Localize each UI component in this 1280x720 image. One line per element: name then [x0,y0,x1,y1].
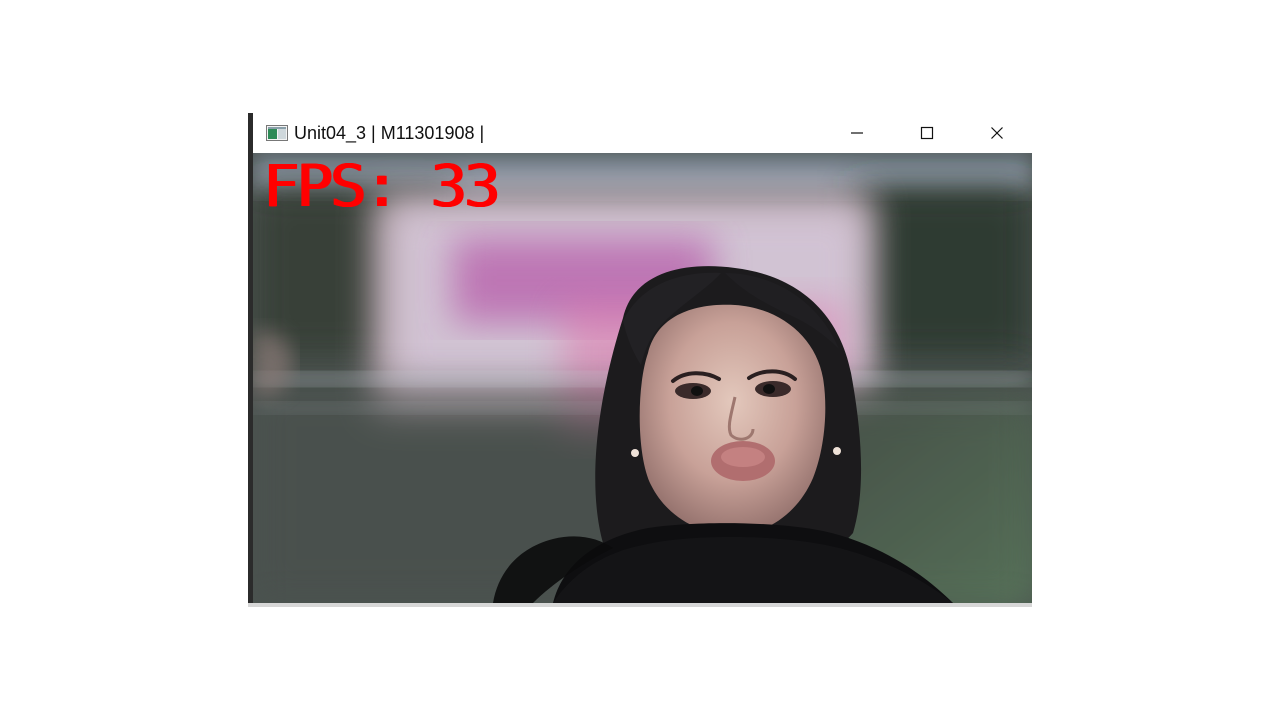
fps-overlay: FPS: 33 [263,153,501,220]
title-bar[interactable]: Unit04_3 | M11301908 | [253,113,1032,153]
video-frame: FPS: 33 [253,153,1032,603]
app-window-icon [266,125,288,141]
maximize-icon [920,126,934,140]
close-button[interactable] [962,113,1032,153]
window-title: Unit04_3 | M11301908 | [294,122,485,143]
video-frame-image [253,153,1032,603]
window-bottom-edge [248,603,1032,607]
minimize-icon [851,132,863,134]
maximize-button[interactable] [892,113,962,153]
app-window: Unit04_3 | M11301908 | FPS: 33 [248,113,1032,607]
minimize-button[interactable] [822,113,892,153]
close-icon [991,127,1003,139]
window-controls [822,113,1032,153]
